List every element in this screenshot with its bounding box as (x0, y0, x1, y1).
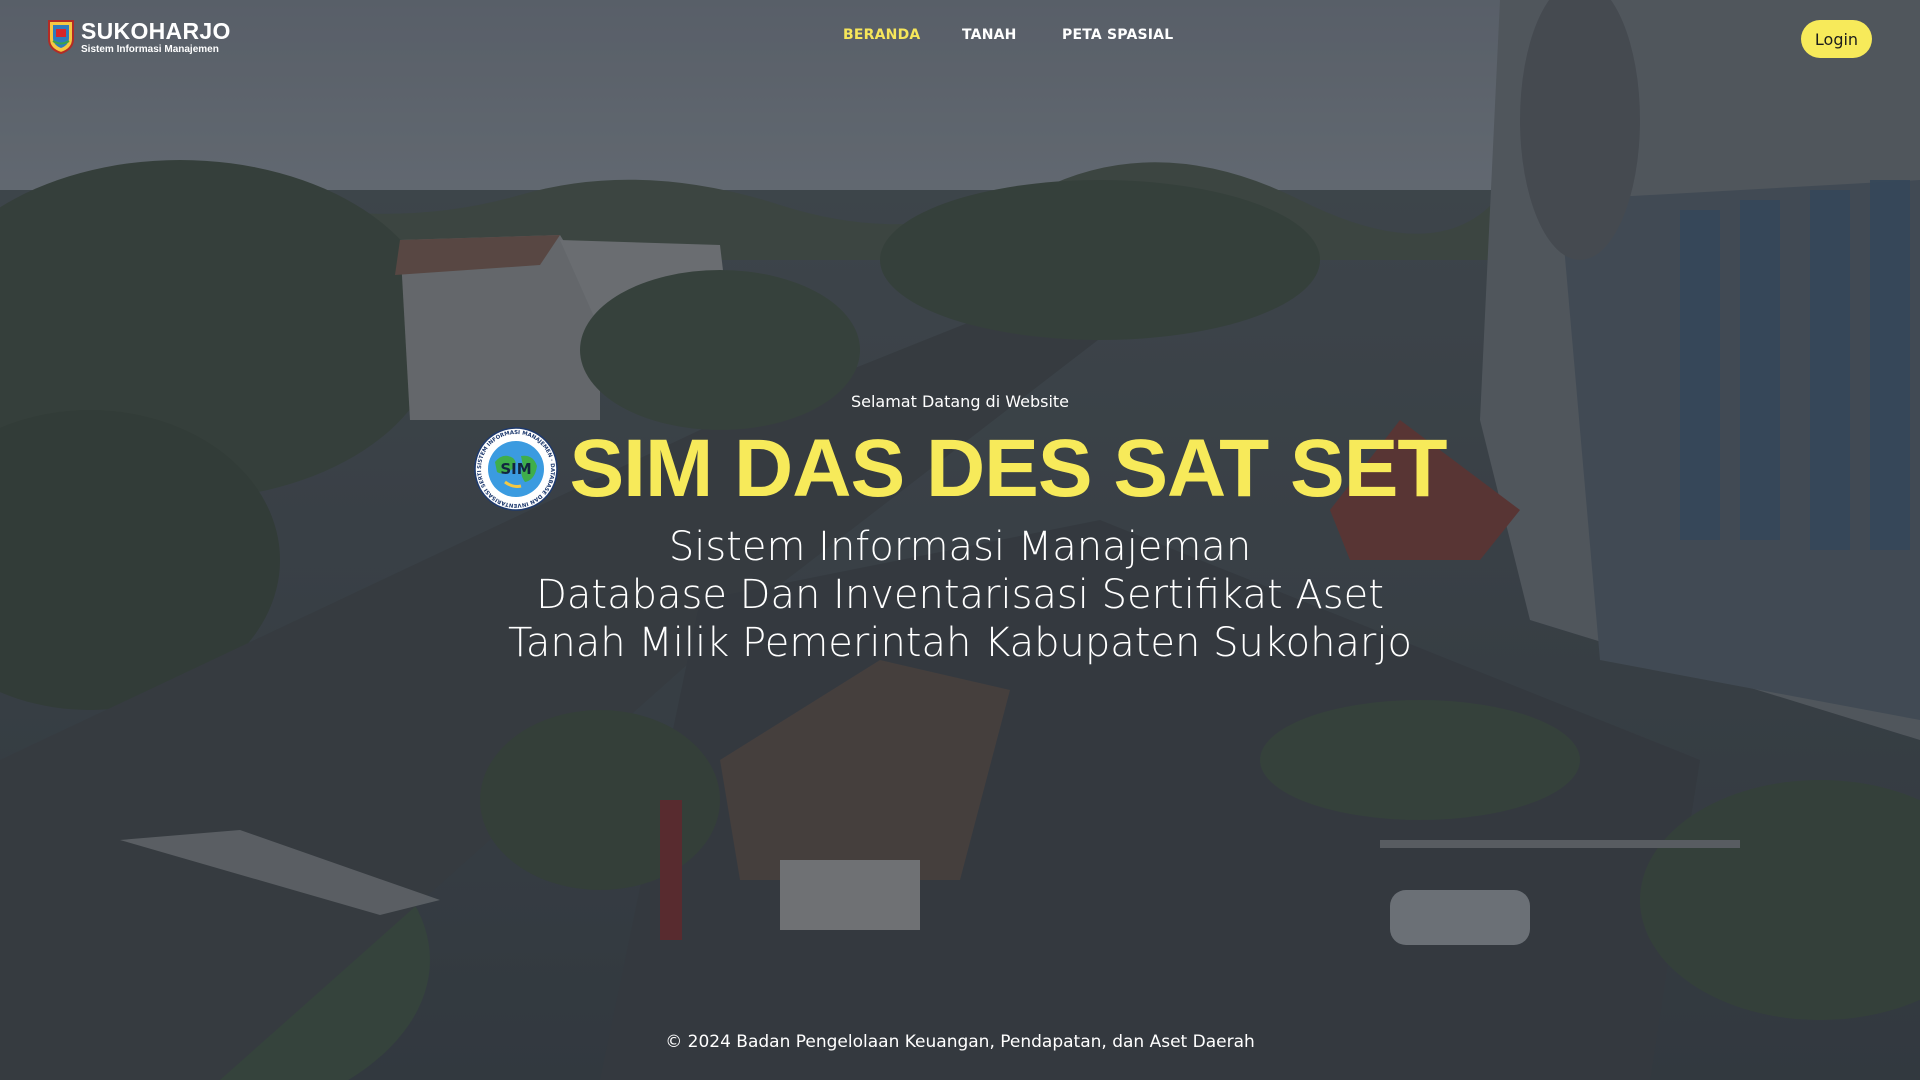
landing-page: SUKOHARJO Sistem Informasi Manajemen BER… (0, 0, 1920, 1080)
brand-text: SUKOHARJO Sistem Informasi Manajemen (81, 17, 231, 55)
top-navbar: SUKOHARJO Sistem Informasi Manajemen BER… (0, 0, 1920, 80)
brand-subtitle: Sistem Informasi Manajemen (81, 43, 219, 55)
login-button[interactable]: Login (1801, 20, 1872, 58)
sim-logo-text: SIM (501, 460, 532, 478)
nav-item-peta-spasial[interactable]: PETA SPASIAL (1062, 27, 1173, 43)
subtitle-line-1: Sistem Informasi Manajeman (668, 524, 1252, 570)
hero-title-row: SISTEM INFORMASI MANAJEMEN · DATABASE DA… (0, 417, 1920, 521)
sukoharjo-shield-icon (48, 20, 74, 55)
hero-title: SIM DAS DES SAT SET (569, 423, 1447, 514)
nav-item-beranda[interactable]: BERANDA (843, 27, 920, 43)
hero-subtitle: Sistem Informasi Manajeman Database Dan … (0, 523, 1920, 667)
subtitle-line-2: Database Dan Inventarisasi Sertifikat As… (536, 572, 1384, 618)
subtitle-line-3: Tanah Milik Pemerintah Kabupaten Sukohar… (508, 620, 1412, 666)
brand-logo-link[interactable]: SUKOHARJO Sistem Informasi Manajemen (47, 19, 231, 55)
footer-copyright: © 2024 Badan Pengelolaan Keuangan, Penda… (665, 1032, 1255, 1052)
sim-globe-logo-icon: SISTEM INFORMASI MANAJEMEN · DATABASE DA… (473, 426, 559, 511)
hero-section: Selamat Datang di Website SISTEM INFORMA… (0, 380, 1920, 667)
brand-name: SUKOHARJO (81, 17, 231, 44)
nav-item-tanah[interactable]: TANAH (962, 27, 1017, 43)
welcome-text: Selamat Datang di Website (850, 392, 1070, 411)
